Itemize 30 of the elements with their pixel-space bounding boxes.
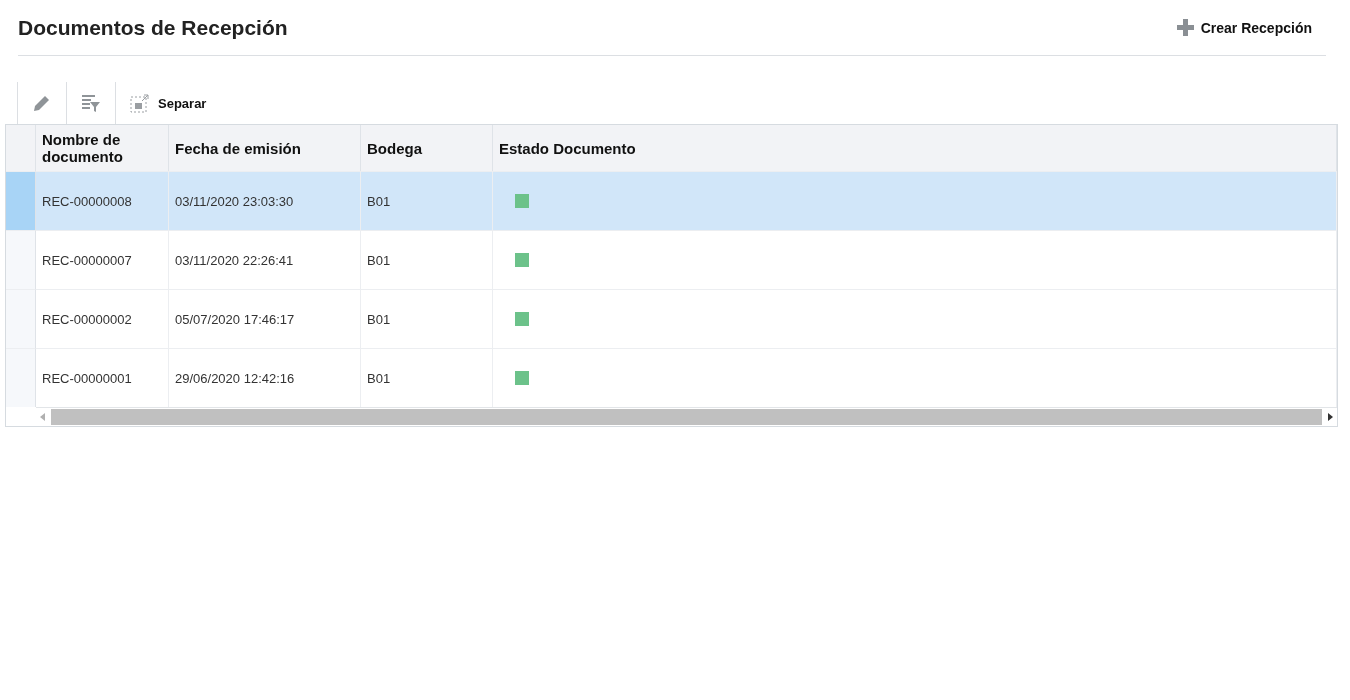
filter-icon [81, 93, 101, 113]
column-header[interactable]: Estado Documento [493, 125, 1337, 171]
table-cell: B01 [361, 230, 493, 289]
plus-icon [1176, 19, 1194, 36]
table-cell: 29/06/2020 12:42:16 [169, 348, 361, 407]
column-header[interactable]: Bodega [361, 125, 493, 171]
pencil-icon [32, 93, 52, 113]
table-cell: REC-00000002 [36, 289, 169, 348]
column-header[interactable]: Fecha de emisión [169, 125, 361, 171]
scroll-right-icon[interactable] [1328, 413, 1333, 421]
page-title: Documentos de Recepción [18, 15, 288, 40]
row-selector[interactable] [6, 348, 36, 407]
create-reception-button[interactable]: Crear Recepción [1170, 15, 1326, 40]
row-selector[interactable] [6, 230, 36, 289]
table-cell: 03/11/2020 22:26:41 [169, 230, 361, 289]
detach-icon [130, 93, 150, 113]
table-cell: B01 [361, 348, 493, 407]
table-cell: REC-00000008 [36, 171, 169, 230]
horizontal-scrollbar[interactable] [51, 409, 1322, 425]
table-cell: B01 [361, 171, 493, 230]
row-selector[interactable] [6, 171, 36, 230]
table-cell: 03/11/2020 23:03:30 [169, 171, 361, 230]
table-cell: REC-00000001 [36, 348, 169, 407]
table-cell: B01 [361, 289, 493, 348]
table-cell: REC-00000007 [36, 230, 169, 289]
split-button[interactable]: Separar [115, 82, 221, 124]
scroll-left-icon[interactable] [40, 413, 45, 421]
row-selector[interactable] [6, 289, 36, 348]
column-header[interactable]: Nombre de documento [36, 125, 169, 171]
table-cell: 05/07/2020 17:46:17 [169, 289, 361, 348]
